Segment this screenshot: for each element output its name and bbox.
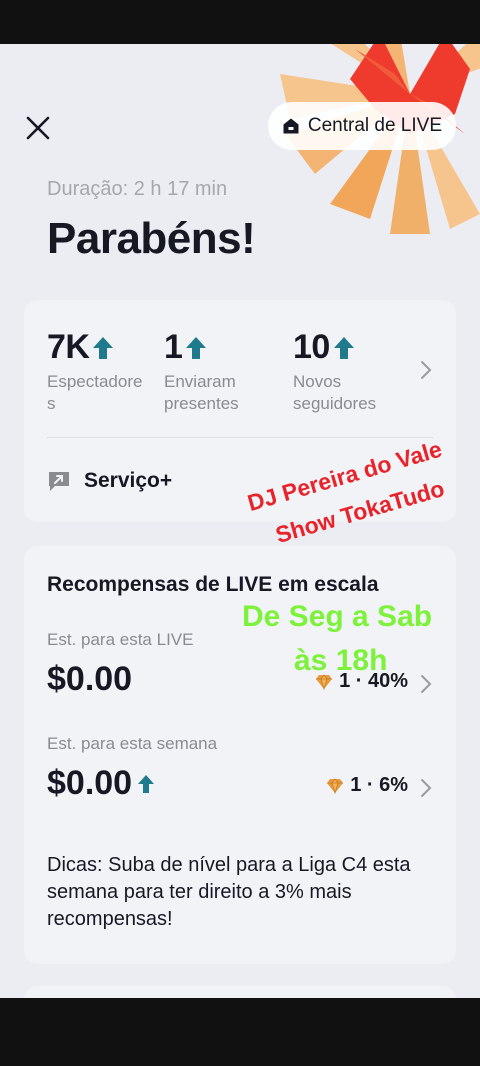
overlay-text-time: às 18h — [294, 644, 388, 677]
service-plus-row[interactable]: Serviço+ — [46, 468, 172, 494]
this-live-label: Est. para esta LIVE — [47, 630, 194, 649]
arrow-up-icon — [93, 336, 114, 359]
rewards-tips: Dicas: Suba de nível para a Liga C4 esta… — [47, 854, 411, 930]
stat-followers-label-1: Novos — [293, 372, 342, 391]
this-week-label: Est. para esta semana — [47, 734, 218, 753]
this-week-stat-value: 1 · 6% — [350, 774, 408, 796]
stat-gifters[interactable]: 1 Enviaram presentes — [164, 328, 239, 415]
live-summary-screen: Central de LIVE Duração: 2 h 17 min Para… — [0, 44, 480, 998]
stat-gifters-label-1: Enviaram — [164, 372, 236, 391]
stat-viewers[interactable]: 7K Espectadore s — [47, 328, 142, 415]
overlay-text-schedule: De Seg a Sab — [242, 600, 433, 633]
arrow-up-icon — [186, 336, 207, 359]
navigation-bar — [0, 998, 480, 1066]
this-week-amount-value: $0.00 — [47, 764, 133, 802]
stat-gifters-label-2: presentes — [164, 394, 239, 413]
celebration-burst-graphic — [280, 44, 480, 234]
service-plus-label: Serviço+ — [84, 469, 173, 492]
home-icon — [283, 118, 299, 134]
divider — [47, 437, 433, 438]
stat-followers-value: 10 — [293, 328, 330, 366]
chevron-right-icon[interactable] — [420, 674, 432, 694]
stat-viewers-label-2: s — [47, 394, 56, 413]
this-live-amount-value: $0.00 — [47, 660, 133, 698]
stat-gifters-value: 1 — [164, 328, 183, 366]
stat-viewers-value: 7K — [47, 328, 90, 366]
close-icon[interactable] — [22, 112, 54, 144]
next-card — [24, 986, 456, 998]
this-week-stat[interactable]: 1 · 6% — [326, 774, 408, 797]
status-bar — [0, 0, 480, 44]
chevron-right-icon[interactable] — [420, 778, 432, 798]
stat-followers-label-2: seguidores — [293, 394, 377, 413]
chat-arrow-icon — [49, 472, 69, 491]
this-live-amount: $0.00 — [47, 660, 132, 699]
page-title: Parabéns! — [47, 214, 256, 263]
live-center-label: Central de LIVE — [307, 115, 442, 136]
chevron-right-icon[interactable] — [420, 360, 432, 380]
arrow-up-icon — [138, 774, 155, 793]
arrow-up-icon — [333, 336, 354, 359]
live-center-button[interactable]: Central de LIVE — [267, 102, 456, 150]
diamond-icon — [327, 777, 344, 794]
this-week-amount: $0.00 — [47, 764, 156, 803]
live-duration: Duração: 2 h 17 min — [47, 178, 228, 200]
stat-viewers-label-1: Espectadore — [47, 372, 143, 391]
rewards-title: Recompensas de LIVE em escala — [47, 573, 379, 596]
stat-followers[interactable]: 10 Novos seguidores — [293, 328, 376, 415]
